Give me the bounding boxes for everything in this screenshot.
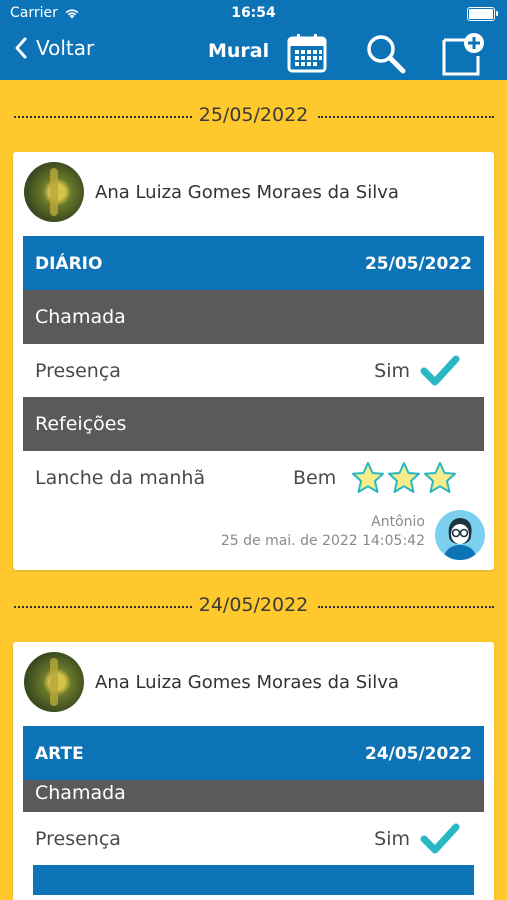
meals-section-title: Refeições bbox=[35, 413, 127, 435]
post-timestamp: 25 de mai. de 2022 14:05:42 bbox=[220, 533, 425, 549]
status-time: 16:54 bbox=[231, 5, 276, 21]
presence-label: Presença bbox=[35, 360, 121, 382]
date-separator-label: 25/05/2022 bbox=[198, 104, 309, 126]
post-header: Ana Luiza Gomes Moraes da Silva bbox=[13, 152, 494, 236]
status-bar: Carrier 16:54 bbox=[0, 0, 507, 28]
presence-row: Presença Sim bbox=[23, 344, 484, 397]
meal-value: Bem bbox=[293, 467, 337, 489]
date-separator: 24/05/2022 bbox=[0, 570, 507, 642]
top-bar: Carrier 16:54 Voltar Mural bbox=[0, 0, 507, 80]
check-icon bbox=[420, 823, 460, 854]
star-icon bbox=[388, 462, 420, 493]
navigation-bar: Voltar Mural bbox=[0, 28, 507, 80]
meals-section-header: Refeições bbox=[23, 397, 484, 451]
student-avatar[interactable] bbox=[24, 652, 84, 712]
attendance-section-title: Chamada bbox=[35, 306, 126, 328]
student-avatar[interactable] bbox=[24, 162, 84, 222]
back-button[interactable]: Voltar bbox=[14, 36, 94, 60]
meal-row: Lanche da manhã Bem bbox=[23, 451, 484, 504]
star-icon bbox=[352, 462, 384, 493]
meal-label: Lanche da manhã bbox=[35, 467, 206, 489]
search-icon[interactable] bbox=[364, 32, 408, 76]
post-footer: Antônio 25 de mai. de 2022 14:05:42 bbox=[13, 504, 494, 570]
battery-icon bbox=[467, 7, 498, 21]
new-post-icon[interactable] bbox=[440, 32, 486, 78]
presence-row: Presença Sim bbox=[23, 812, 484, 865]
presence-value: Sim bbox=[374, 828, 410, 850]
diary-date: 25/05/2022 bbox=[364, 254, 472, 274]
star-icon bbox=[424, 462, 456, 493]
post-header: Ana Luiza Gomes Moraes da Silva bbox=[13, 642, 494, 726]
student-name: Ana Luiza Gomes Moraes da Silva bbox=[95, 672, 399, 693]
page-title: Mural bbox=[208, 40, 270, 62]
diary-header: ARTE 24/05/2022 bbox=[23, 726, 484, 780]
presence-value: Sim bbox=[374, 360, 410, 382]
author-name: Antônio bbox=[371, 514, 425, 530]
teacher-avatar-icon bbox=[443, 518, 477, 560]
calendar-icon[interactable] bbox=[286, 32, 328, 74]
chevron-left-icon bbox=[15, 37, 27, 59]
meal-rating bbox=[351, 461, 457, 495]
next-section-header bbox=[33, 865, 474, 895]
teacher-avatar[interactable] bbox=[435, 510, 485, 560]
diary-date: 24/05/2022 bbox=[364, 744, 472, 764]
date-separator-label: 24/05/2022 bbox=[198, 594, 309, 616]
diary-header: DIÁRIO 25/05/2022 bbox=[23, 236, 484, 290]
diary-type: ARTE bbox=[35, 744, 84, 764]
diary-type: DIÁRIO bbox=[35, 254, 103, 274]
attendance-section-header: Chamada bbox=[23, 290, 484, 344]
feed[interactable]: 25/05/2022 Ana Luiza Gomes Moraes da Sil… bbox=[0, 80, 507, 900]
attendance-section-title: Chamada bbox=[35, 782, 126, 804]
check-icon bbox=[420, 355, 460, 386]
back-label: Voltar bbox=[36, 36, 95, 60]
presence-label: Presença bbox=[35, 828, 121, 850]
post-card[interactable]: Ana Luiza Gomes Moraes da Silva DIÁRIO 2… bbox=[13, 152, 494, 570]
post-card[interactable]: Ana Luiza Gomes Moraes da Silva ARTE 24/… bbox=[13, 642, 494, 900]
date-separator: 25/05/2022 bbox=[0, 80, 507, 152]
student-name: Ana Luiza Gomes Moraes da Silva bbox=[95, 182, 399, 203]
